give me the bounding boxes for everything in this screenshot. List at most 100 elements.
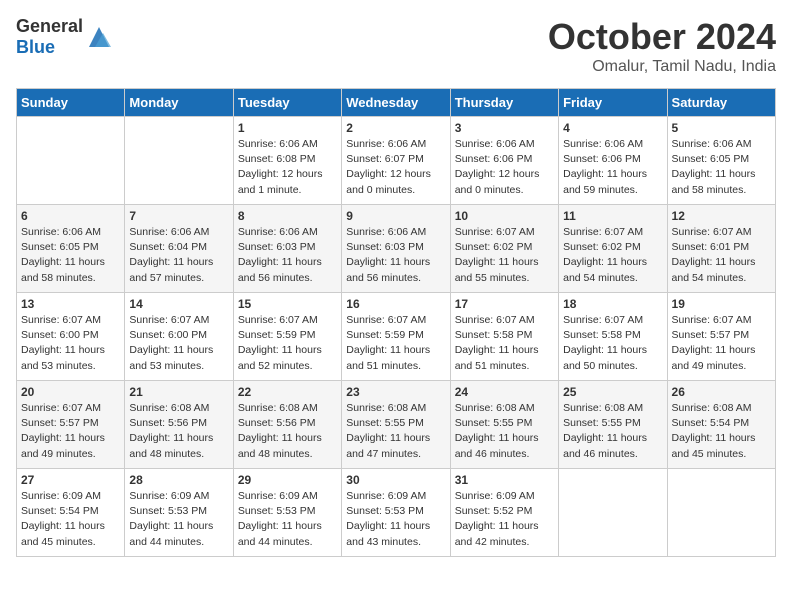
calendar-cell: 10 Sunrise: 6:07 AM Sunset: 6:02 PM Dayli… [450,205,558,293]
calendar-cell: 22 Sunrise: 6:08 AM Sunset: 5:56 PM Dayli… [233,381,341,469]
day-info: Sunrise: 6:09 AM Sunset: 5:53 PM Dayligh… [346,489,445,550]
day-number: 9 [346,209,445,223]
logo-text: General Blue [16,16,83,58]
day-info: Sunrise: 6:09 AM Sunset: 5:53 PM Dayligh… [129,489,228,550]
calendar-week-row: 20Sunrise: 6:07 AM Sunset: 5:57 PM Dayli… [17,381,776,469]
day-info: Sunrise: 6:08 AM Sunset: 5:55 PM Dayligh… [346,401,445,462]
day-info: Sunrise: 6:07 AM Sunset: 5:59 PM Dayligh… [346,313,445,374]
calendar-cell: 19 Sunrise: 6:07 AM Sunset: 5:57 PM Dayli… [667,293,775,381]
calendar-cell: 23 Sunrise: 6:08 AM Sunset: 5:55 PM Dayli… [342,381,450,469]
day-info: Sunrise: 6:06 AM Sunset: 6:03 PM Dayligh… [238,225,337,286]
day-info: Sunrise: 6:07 AM Sunset: 6:02 PM Dayligh… [563,225,662,286]
calendar-cell: 9 Sunrise: 6:06 AM Sunset: 6:03 PM Daylig… [342,205,450,293]
day-number: 15 [238,297,337,311]
calendar-cell: 13 Sunrise: 6:07 AM Sunset: 6:00 PM Dayli… [17,293,125,381]
calendar-cell [559,469,667,557]
calendar-cell: 17 Sunrise: 6:07 AM Sunset: 5:58 PM Dayli… [450,293,558,381]
calendar-cell: 18Sunrise: 6:07 AM Sunset: 5:58 PM Dayli… [559,293,667,381]
logo-icon [85,23,113,51]
calendar-cell [125,117,233,205]
day-info: Sunrise: 6:07 AM Sunset: 5:58 PM Dayligh… [455,313,554,374]
day-number: 25 [563,385,662,399]
calendar-cell: 4Sunrise: 6:06 AM Sunset: 6:06 PM Daylig… [559,117,667,205]
calendar-week-row: 1Sunrise: 6:06 AM Sunset: 6:08 PM Daylig… [17,117,776,205]
day-number: 17 [455,297,554,311]
day-info: Sunrise: 6:07 AM Sunset: 6:01 PM Dayligh… [672,225,771,286]
weekday-header-sunday: Sunday [17,89,125,117]
day-number: 26 [672,385,771,399]
logo-blue: Blue [16,37,55,57]
calendar-cell [17,117,125,205]
day-number: 10 [455,209,554,223]
day-number: 7 [129,209,228,223]
calendar-table: SundayMondayTuesdayWednesdayThursdayFrid… [16,88,776,557]
weekday-header-thursday: Thursday [450,89,558,117]
calendar-cell: 1Sunrise: 6:06 AM Sunset: 6:08 PM Daylig… [233,117,341,205]
weekday-header-wednesday: Wednesday [342,89,450,117]
day-info: Sunrise: 6:06 AM Sunset: 6:05 PM Dayligh… [21,225,120,286]
day-info: Sunrise: 6:06 AM Sunset: 6:06 PM Dayligh… [563,137,662,198]
calendar-cell [667,469,775,557]
weekday-header-friday: Friday [559,89,667,117]
weekday-header-saturday: Saturday [667,89,775,117]
weekday-header-monday: Monday [125,89,233,117]
day-number: 11 [563,209,662,223]
day-number: 29 [238,473,337,487]
day-number: 23 [346,385,445,399]
day-number: 13 [21,297,120,311]
day-info: Sunrise: 6:06 AM Sunset: 6:03 PM Dayligh… [346,225,445,286]
day-number: 5 [672,121,771,135]
calendar-cell: 20Sunrise: 6:07 AM Sunset: 5:57 PM Dayli… [17,381,125,469]
calendar-cell: 29 Sunrise: 6:09 AM Sunset: 5:53 PM Dayli… [233,469,341,557]
day-info: Sunrise: 6:06 AM Sunset: 6:06 PM Dayligh… [455,137,554,198]
day-info: Sunrise: 6:08 AM Sunset: 5:54 PM Dayligh… [672,401,771,462]
day-info: Sunrise: 6:09 AM Sunset: 5:54 PM Dayligh… [21,489,120,550]
calendar-cell: 5Sunrise: 6:06 AM Sunset: 6:05 PM Daylig… [667,117,775,205]
calendar-cell: 6Sunrise: 6:06 AM Sunset: 6:05 PM Daylig… [17,205,125,293]
day-number: 22 [238,385,337,399]
day-number: 20 [21,385,120,399]
calendar-cell: 27Sunrise: 6:09 AM Sunset: 5:54 PM Dayli… [17,469,125,557]
logo: General Blue [16,16,113,58]
calendar-cell: 31Sunrise: 6:09 AM Sunset: 5:52 PM Dayli… [450,469,558,557]
month-title: October 2024 [548,16,776,58]
day-number: 24 [455,385,554,399]
calendar-cell: 7 Sunrise: 6:06 AM Sunset: 6:04 PM Daylig… [125,205,233,293]
day-number: 8 [238,209,337,223]
day-number: 3 [455,121,554,135]
day-info: Sunrise: 6:06 AM Sunset: 6:04 PM Dayligh… [129,225,228,286]
calendar-cell: 25 Sunrise: 6:08 AM Sunset: 5:55 PM Dayli… [559,381,667,469]
calendar-cell: 2Sunrise: 6:06 AM Sunset: 6:07 PM Daylig… [342,117,450,205]
day-number: 12 [672,209,771,223]
calendar-header: SundayMondayTuesdayWednesdayThursdayFrid… [17,89,776,117]
calendar-cell: 16 Sunrise: 6:07 AM Sunset: 5:59 PM Dayli… [342,293,450,381]
day-info: Sunrise: 6:08 AM Sunset: 5:55 PM Dayligh… [563,401,662,462]
day-number: 30 [346,473,445,487]
calendar-week-row: 6Sunrise: 6:06 AM Sunset: 6:05 PM Daylig… [17,205,776,293]
calendar-cell: 15Sunrise: 6:07 AM Sunset: 5:59 PM Dayli… [233,293,341,381]
day-info: Sunrise: 6:07 AM Sunset: 5:57 PM Dayligh… [672,313,771,374]
day-info: Sunrise: 6:06 AM Sunset: 6:08 PM Dayligh… [238,137,337,198]
day-number: 2 [346,121,445,135]
day-info: Sunrise: 6:09 AM Sunset: 5:52 PM Dayligh… [455,489,554,550]
day-info: Sunrise: 6:09 AM Sunset: 5:53 PM Dayligh… [238,489,337,550]
calendar-body: 1Sunrise: 6:06 AM Sunset: 6:08 PM Daylig… [17,117,776,557]
day-number: 21 [129,385,228,399]
weekday-header-tuesday: Tuesday [233,89,341,117]
day-number: 16 [346,297,445,311]
day-number: 19 [672,297,771,311]
day-info: Sunrise: 6:07 AM Sunset: 6:02 PM Dayligh… [455,225,554,286]
day-info: Sunrise: 6:07 AM Sunset: 6:00 PM Dayligh… [129,313,228,374]
title-area: October 2024 Omalur, Tamil Nadu, India [548,16,776,76]
day-info: Sunrise: 6:07 AM Sunset: 6:00 PM Dayligh… [21,313,120,374]
day-number: 28 [129,473,228,487]
calendar-cell: 8 Sunrise: 6:06 AM Sunset: 6:03 PM Daylig… [233,205,341,293]
calendar-week-row: 27Sunrise: 6:09 AM Sunset: 5:54 PM Dayli… [17,469,776,557]
weekday-header-row: SundayMondayTuesdayWednesdayThursdayFrid… [17,89,776,117]
calendar-week-row: 13 Sunrise: 6:07 AM Sunset: 6:00 PM Dayli… [17,293,776,381]
calendar-cell: 24Sunrise: 6:08 AM Sunset: 5:55 PM Dayli… [450,381,558,469]
calendar-cell: 30 Sunrise: 6:09 AM Sunset: 5:53 PM Dayli… [342,469,450,557]
day-info: Sunrise: 6:08 AM Sunset: 5:56 PM Dayligh… [238,401,337,462]
calendar-cell: 28 Sunrise: 6:09 AM Sunset: 5:53 PM Dayli… [125,469,233,557]
day-info: Sunrise: 6:07 AM Sunset: 5:58 PM Dayligh… [563,313,662,374]
